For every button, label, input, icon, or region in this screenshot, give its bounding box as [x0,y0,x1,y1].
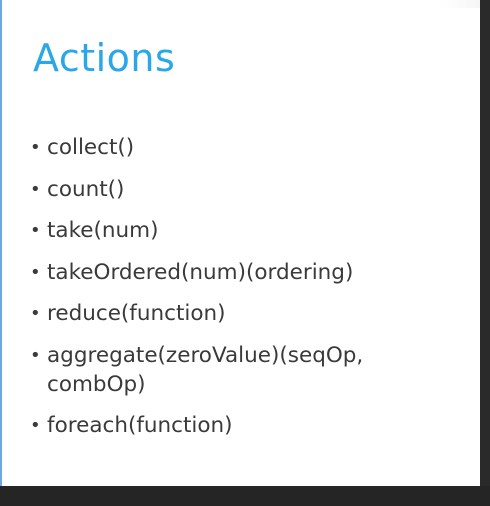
bullet-icon: • [30,137,41,158]
bullet-icon: • [30,344,41,366]
video-frame-bottom-bar [0,486,490,506]
slide: Actions • collect() • count() • take(num… [0,0,480,486]
bullet-icon: • [30,261,41,283]
slide-left-border [0,0,2,486]
slide-title: Actions [33,36,176,80]
list-item-text: foreach(function) [47,413,233,438]
list-item-text: reduce(function) [47,301,226,326]
list-item-text: count() [47,176,125,202]
list-item-text: takeOrdered(num)(ordering) [47,259,354,285]
bullet-icon: • [30,220,41,241]
list-item-take-ordered: • takeOrdered(num)(ordering) [30,258,470,287]
list-item-take: • take(num) [30,216,470,245]
list-item-aggregate: • aggregate(zeroValue)(seqOp, combOp) [30,341,470,399]
video-frame-right-edge [480,0,490,486]
list-item-text: aggregate(zeroValue)(seqOp, combOp) [47,342,364,397]
list-item-foreach: • foreach(function) [30,411,470,440]
bullet-icon: • [30,178,41,200]
list-item-count: • count() [30,175,470,204]
list-item-text: take(num) [47,218,159,243]
action-list: • collect() • count() • take(num) • take… [30,133,470,453]
corner-decoration [440,0,480,8]
bullet-icon: • [30,303,41,324]
list-item-collect: • collect() [30,133,470,162]
bullet-icon: • [30,415,41,436]
list-item-text: collect() [47,135,135,160]
list-item-reduce: • reduce(function) [30,299,470,328]
